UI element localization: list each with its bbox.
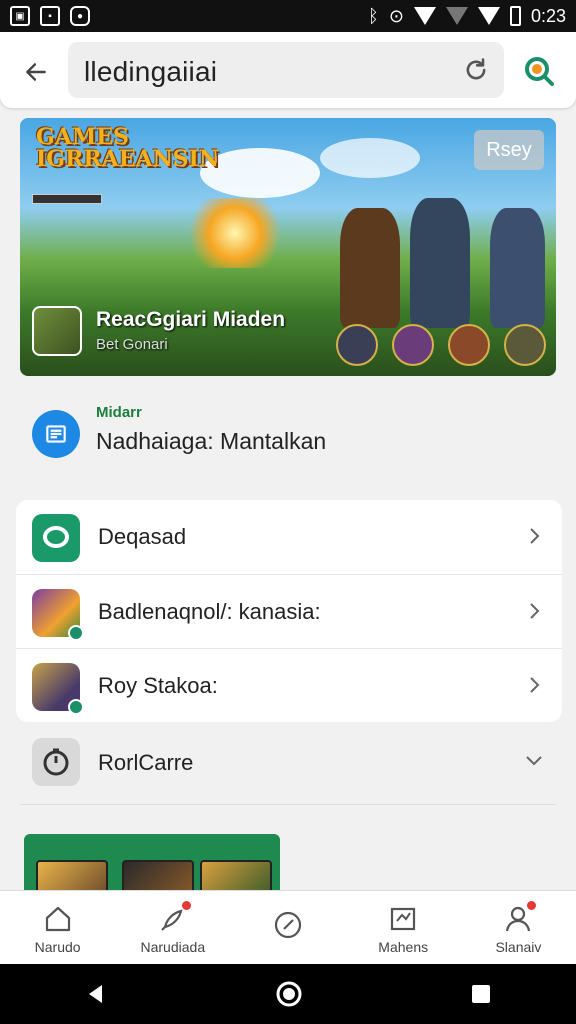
health-bar (32, 194, 102, 204)
lens-button[interactable] (522, 54, 556, 88)
warrior-figure (340, 208, 400, 328)
inbox-icon (391, 907, 416, 931)
character-icons (336, 324, 546, 366)
verified-badge (68, 625, 84, 641)
game-thumbnail (36, 860, 108, 894)
system-navigation (0, 964, 576, 1024)
explosion-decoration (180, 198, 290, 268)
expandable-item-label: RorlCarre (98, 750, 194, 775)
chevron-right-icon (530, 677, 540, 693)
list-item-label: Roy Stakoa: (98, 673, 218, 698)
hero-banner[interactable]: GAMES IGRRAEANSIN Rsey ReacGgiari Miaden… (20, 118, 556, 376)
expandable-item[interactable]: RorlCarre (16, 728, 562, 798)
verified-badge (68, 699, 84, 715)
reload-icon (466, 58, 486, 80)
knight-figure (410, 198, 470, 328)
notification-dot (527, 901, 537, 910)
promo-card[interactable] (24, 834, 280, 894)
reload-button[interactable] (460, 54, 492, 86)
logo-line-2: IGRRAEANSIN (36, 146, 219, 172)
back-triangle-icon[interactable] (84, 982, 108, 1006)
game-app-icon (32, 306, 82, 356)
gallery-icon: ▣ (10, 6, 30, 26)
info-label: Midarr (96, 404, 142, 421)
cloud-decoration (320, 138, 420, 178)
url-bar[interactable]: lledingaiiai (68, 42, 504, 98)
game-logo: GAMES IGRRAEANSIN (36, 126, 219, 174)
game-app-icon (32, 589, 84, 641)
warrior-app-icon (32, 663, 84, 715)
nav-item-home[interactable]: Narudo (0, 891, 115, 964)
chevron-down-icon (526, 756, 542, 766)
image-icon: ▪ (40, 6, 60, 26)
arrow-left-icon (26, 63, 46, 81)
nav-label: Narudo (34, 939, 81, 955)
wifi-icon (413, 7, 436, 25)
game-thumbnail (122, 860, 194, 894)
nav-item-rocket[interactable]: Narudiada (115, 891, 230, 964)
app-icon: ● (70, 6, 90, 26)
divider (20, 804, 556, 805)
chevron-right-icon (530, 528, 540, 544)
nav-label: Mahens (378, 939, 429, 955)
play-button[interactable]: Rsey (474, 130, 544, 170)
timer-icon (32, 738, 80, 786)
home-icon (45, 906, 70, 932)
recents-square-icon[interactable] (470, 983, 492, 1005)
profile-icon (502, 901, 537, 935)
nav-item-inbox[interactable]: Mahens (346, 891, 461, 964)
nav-label: Slanaiv (495, 939, 542, 955)
list-item[interactable]: Deqasad (16, 500, 562, 574)
nav-item-clock[interactable] (230, 891, 345, 964)
hero-subtitle: Bet Gonari (96, 336, 168, 353)
list-icon (46, 425, 66, 443)
character-avatar (504, 324, 546, 366)
nav-item-profile[interactable]: Slanaiv (461, 891, 576, 964)
character-avatar (392, 324, 434, 366)
soldier-figure (490, 208, 545, 328)
list-item-label: Deqasad (98, 524, 187, 549)
nav-label: Narudiada (140, 939, 206, 955)
app-list-card: Deqasad Badlenaqnol/: kanasia: Roy Stako… (16, 500, 562, 722)
battery-icon (509, 6, 521, 26)
list-item[interactable]: Roy Stakoa: (16, 648, 562, 722)
status-time: 0:23 (530, 5, 566, 26)
game-thumbnail (200, 860, 272, 894)
top-app-bar: lledingaiiai (0, 32, 576, 108)
clock-icon (274, 911, 302, 939)
rocket-icon (157, 901, 191, 935)
alarm-icon: ⊙ (388, 5, 404, 26)
info-row[interactable]: Midarr Nadhaiaga: Mantalkan (0, 392, 576, 488)
bottom-navigation: Narudo Narudiada Mahens Slanaiv (0, 890, 576, 964)
hero-title: ReacGgiari Miaden (96, 308, 286, 331)
character-avatar (336, 324, 378, 366)
status-bar: ▣ ▪ ● ᛒ ⊙ 0:23 (0, 0, 576, 32)
home-circle-icon[interactable] (275, 980, 303, 1008)
chat-bubble-icon (32, 514, 80, 562)
notification-dot (181, 901, 191, 910)
bluetooth-icon: ᛒ (368, 5, 379, 26)
back-button[interactable] (18, 54, 54, 90)
list-item[interactable]: Badlenaqnol/: kanasia: (16, 574, 562, 648)
info-title: Nadhaiaga: Mantalkan (96, 428, 327, 454)
character-avatar (448, 324, 490, 366)
document-icon (32, 410, 80, 458)
url-text: lledingaiiai (84, 56, 218, 87)
lens-icon (525, 57, 554, 86)
signal-icon-2 (477, 7, 500, 25)
signal-icon (445, 7, 468, 25)
list-item-label: Badlenaqnol/: kanasia: (98, 599, 321, 624)
chevron-right-icon (530, 603, 540, 619)
